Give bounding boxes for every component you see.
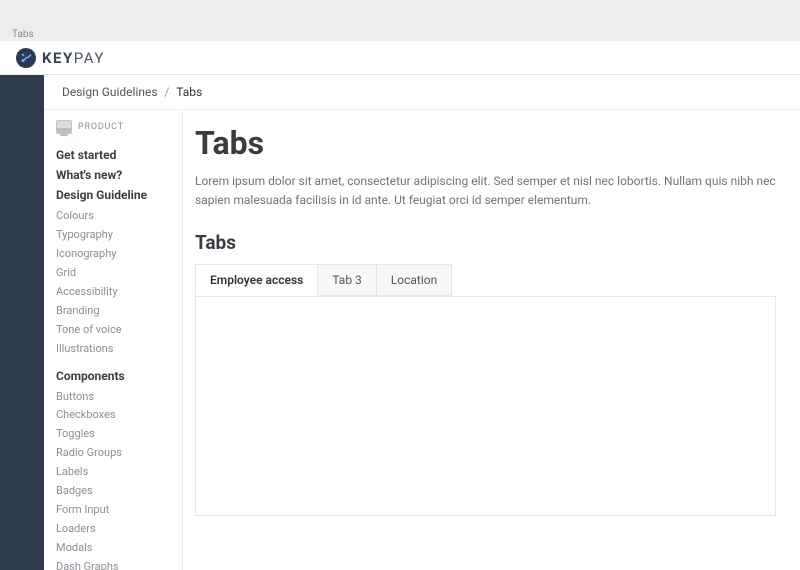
left-rail xyxy=(0,75,44,570)
nav-item-iconography[interactable]: Iconography xyxy=(56,246,170,262)
nav-heading-get-started[interactable]: Get started xyxy=(56,148,170,162)
tab-location[interactable]: Location xyxy=(376,264,452,296)
nav-item-accessibility[interactable]: Accessibility xyxy=(56,284,170,300)
nav-item-modals[interactable]: Modals xyxy=(56,540,170,556)
nav-item-buttons[interactable]: Buttons xyxy=(56,389,170,405)
tab-tab-3[interactable]: Tab 3 xyxy=(317,264,376,296)
nav-heading-whats-new[interactable]: What's new? xyxy=(56,168,170,182)
nav-heading-components[interactable]: Components xyxy=(56,369,170,383)
content-panel: Tabs Lorem ipsum dolor sit amet, consect… xyxy=(182,110,800,570)
nav-item-illustrations[interactable]: Illustrations xyxy=(56,341,170,357)
nav-heading-design-guideline[interactable]: Design Guideline xyxy=(56,188,170,202)
nav-item-radio-groups[interactable]: Radio Groups xyxy=(56,445,170,461)
product-selector[interactable]: PRODUCT xyxy=(56,120,170,134)
tabstrip: Employee access Tab 3 Location xyxy=(195,264,776,297)
product-label: PRODUCT xyxy=(78,122,124,132)
sidebar-nav: PRODUCT Get started What's new? Design G… xyxy=(44,110,182,570)
nav-item-toggles[interactable]: Toggles xyxy=(56,426,170,442)
nav-item-grid[interactable]: Grid xyxy=(56,265,170,281)
tools-icon xyxy=(16,48,36,68)
breadcrumb-parent[interactable]: Design Guidelines xyxy=(62,85,158,99)
brand-logo[interactable]: KEYPAY xyxy=(16,48,105,68)
brand-text: KEYPAY xyxy=(42,49,105,67)
window-chrome: Tabs xyxy=(0,0,800,41)
monitor-icon xyxy=(56,120,72,134)
nav-item-typography[interactable]: Typography xyxy=(56,227,170,243)
nav-item-branding[interactable]: Branding xyxy=(56,303,170,319)
nav-item-labels[interactable]: Labels xyxy=(56,464,170,480)
page-title: Tabs xyxy=(195,124,776,162)
header-bar: KEYPAY xyxy=(0,41,800,75)
nav-item-checkboxes[interactable]: Checkboxes xyxy=(56,407,170,423)
breadcrumb-sep: / xyxy=(165,85,170,99)
nav-item-dash-graphs[interactable]: Dash Graphs xyxy=(56,559,170,570)
nav-item-loaders[interactable]: Loaders xyxy=(56,521,170,537)
tab-content xyxy=(195,296,776,516)
nav-item-badges[interactable]: Badges xyxy=(56,483,170,499)
breadcrumb: Design Guidelines / Tabs xyxy=(44,75,800,110)
page-description: Lorem ipsum dolor sit amet, consectetur … xyxy=(195,172,776,209)
tab-employee-access[interactable]: Employee access xyxy=(195,264,318,296)
nav-item-tone-of-voice[interactable]: Tone of voice xyxy=(56,322,170,338)
window-title: Tabs xyxy=(12,29,34,40)
section-heading: Tabs xyxy=(195,231,776,254)
breadcrumb-current: Tabs xyxy=(176,85,202,99)
nav-item-form-input[interactable]: Form Input xyxy=(56,502,170,518)
nav-item-colours[interactable]: Colours xyxy=(56,208,170,224)
